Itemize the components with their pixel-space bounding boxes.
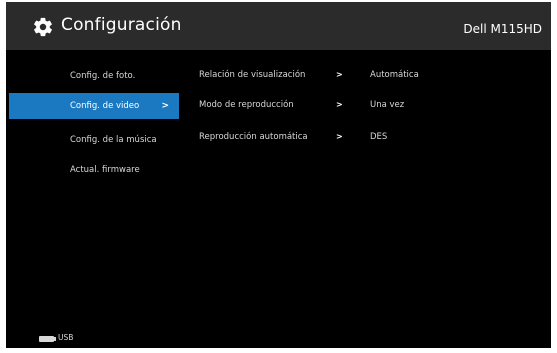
menu-item-label: Config. de foto.	[70, 71, 136, 81]
menu-item-music-settings[interactable]: Config. de la música	[9, 127, 179, 153]
menu-item-label: Actual. firmware	[70, 165, 140, 175]
osd-header: Configuración Dell M115HD	[6, 2, 551, 50]
menu-item-firmware-update[interactable]: Actual. firmware	[9, 157, 179, 183]
usb-icon	[39, 336, 56, 342]
setting-label: Relación de visualización	[199, 70, 306, 80]
gear-icon	[34, 17, 52, 37]
source-label: USB	[58, 333, 74, 342]
setting-value: Automática	[370, 70, 419, 80]
chevron-right-icon: >	[161, 101, 169, 111]
projector-osd-screen: Configuración Dell M115HD Config. de fot…	[6, 2, 551, 348]
setting-label: Reproducción automática	[199, 132, 308, 142]
page-title: Configuración	[61, 15, 182, 35]
device-model: Dell M115HD	[463, 22, 542, 36]
chevron-right-icon: >	[336, 132, 343, 141]
menu-item-label: Config. de video	[70, 101, 140, 111]
chevron-right-icon: >	[336, 100, 343, 109]
menu-item-photo-settings[interactable]: Config. de foto.	[9, 63, 179, 89]
setting-label: Modo de reproducción	[199, 100, 294, 110]
chevron-right-icon: >	[336, 70, 343, 79]
setting-value: Una vez	[370, 100, 405, 110]
menu-item-video-settings[interactable]: Config. de video >	[9, 93, 179, 119]
setting-value: DES	[370, 132, 388, 142]
menu-item-label: Config. de la música	[70, 135, 157, 145]
